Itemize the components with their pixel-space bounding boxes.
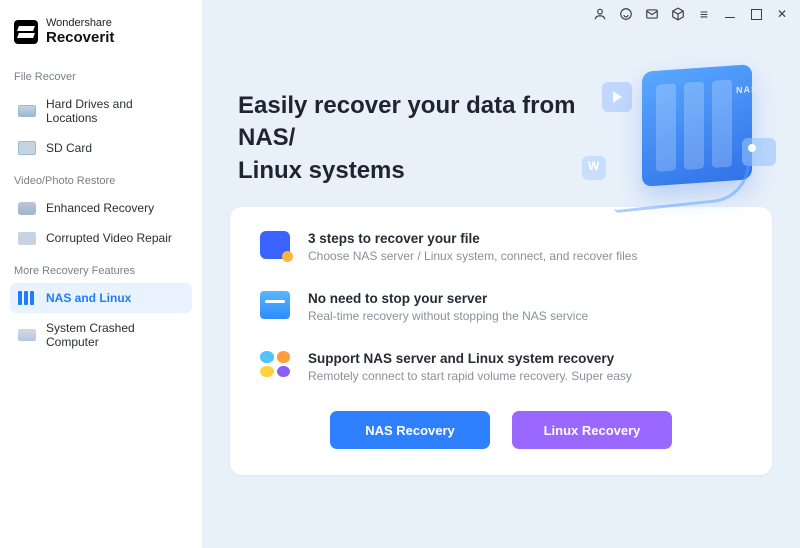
logo-icon <box>14 20 38 44</box>
feature-desc: Choose NAS server / Linux system, connec… <box>308 249 637 263</box>
hero-title: Easily recover your data from NAS/ Linux… <box>238 90 618 187</box>
hero-title-line1: Easily recover your data from NAS/ <box>238 92 575 151</box>
grid-dots-icon <box>260 351 290 377</box>
sidebar-item-corrupted-video[interactable]: Corrupted Video Repair <box>10 223 192 253</box>
sdcard-icon <box>18 141 36 155</box>
linux-recovery-button[interactable]: Linux Recovery <box>512 411 672 449</box>
nas-icon <box>18 291 36 305</box>
feature-desc: Remotely connect to start rapid volume r… <box>308 369 632 383</box>
feature-text: No need to stop your server Real-time re… <box>308 291 588 323</box>
sidebar-item-system-crashed[interactable]: System Crashed Computer <box>10 313 192 357</box>
steps-icon <box>260 231 290 259</box>
sidebar-item-enhanced-recovery[interactable]: Enhanced Recovery <box>10 193 192 223</box>
sidebar-item-label: Corrupted Video Repair <box>46 231 172 245</box>
nas-recovery-button[interactable]: NAS Recovery <box>330 411 490 449</box>
feature-row: Support NAS server and Linux system reco… <box>260 351 742 383</box>
section-file-recover: File Recover <box>10 59 192 89</box>
feature-desc: Real-time recovery without stopping the … <box>308 309 588 323</box>
sidebar-item-label: NAS and Linux <box>46 291 131 305</box>
document-icon <box>582 156 606 180</box>
crashed-pc-icon <box>18 329 36 341</box>
feature-text: Support NAS server and Linux system reco… <box>308 351 632 383</box>
section-video-photo: Video/Photo Restore <box>10 163 192 193</box>
hero-illustration: NAS <box>582 46 772 206</box>
feature-row: 3 steps to recover your file Choose NAS … <box>260 231 742 263</box>
sidebar-item-label: SD Card <box>46 141 92 155</box>
hero: Easily recover your data from NAS/ Linux… <box>202 0 800 187</box>
sidebar-item-label: System Crashed Computer <box>46 321 184 349</box>
sidebar-item-label: Enhanced Recovery <box>46 201 154 215</box>
app-logo: Wondershare Recoverit <box>10 14 192 59</box>
feature-title: 3 steps to recover your file <box>308 231 637 246</box>
sidebar-item-hard-drives[interactable]: Hard Drives and Locations <box>10 89 192 133</box>
camera-icon <box>18 202 36 215</box>
feature-title: Support NAS server and Linux system reco… <box>308 351 632 366</box>
product-name: Recoverit <box>46 30 114 46</box>
hero-title-line2: Linux systems <box>238 157 405 184</box>
feature-text: 3 steps to recover your file Choose NAS … <box>308 231 637 263</box>
feature-title: No need to stop your server <box>308 291 588 306</box>
company-name: Wondershare <box>46 18 114 30</box>
section-more-features: More Recovery Features <box>10 253 192 283</box>
main-content: Easily recover your data from NAS/ Linux… <box>202 0 800 548</box>
sidebar: Wondershare Recoverit File Recover Hard … <box>0 0 202 548</box>
sidebar-item-nas-linux[interactable]: NAS and Linux <box>10 283 192 313</box>
server-running-icon <box>260 291 290 319</box>
video-repair-icon <box>18 232 36 245</box>
play-icon <box>602 82 632 112</box>
arrow-swoosh-icon <box>610 159 753 213</box>
sidebar-item-sd-card[interactable]: SD Card <box>10 133 192 163</box>
feature-row: No need to stop your server Real-time re… <box>260 291 742 323</box>
action-row: NAS Recovery Linux Recovery <box>260 411 742 449</box>
hdd-icon <box>18 105 36 117</box>
nas-label: NAS <box>736 84 758 96</box>
feature-card: 3 steps to recover your file Choose NAS … <box>230 207 772 475</box>
sidebar-item-label: Hard Drives and Locations <box>46 97 184 125</box>
logo-text: Wondershare Recoverit <box>46 18 114 45</box>
